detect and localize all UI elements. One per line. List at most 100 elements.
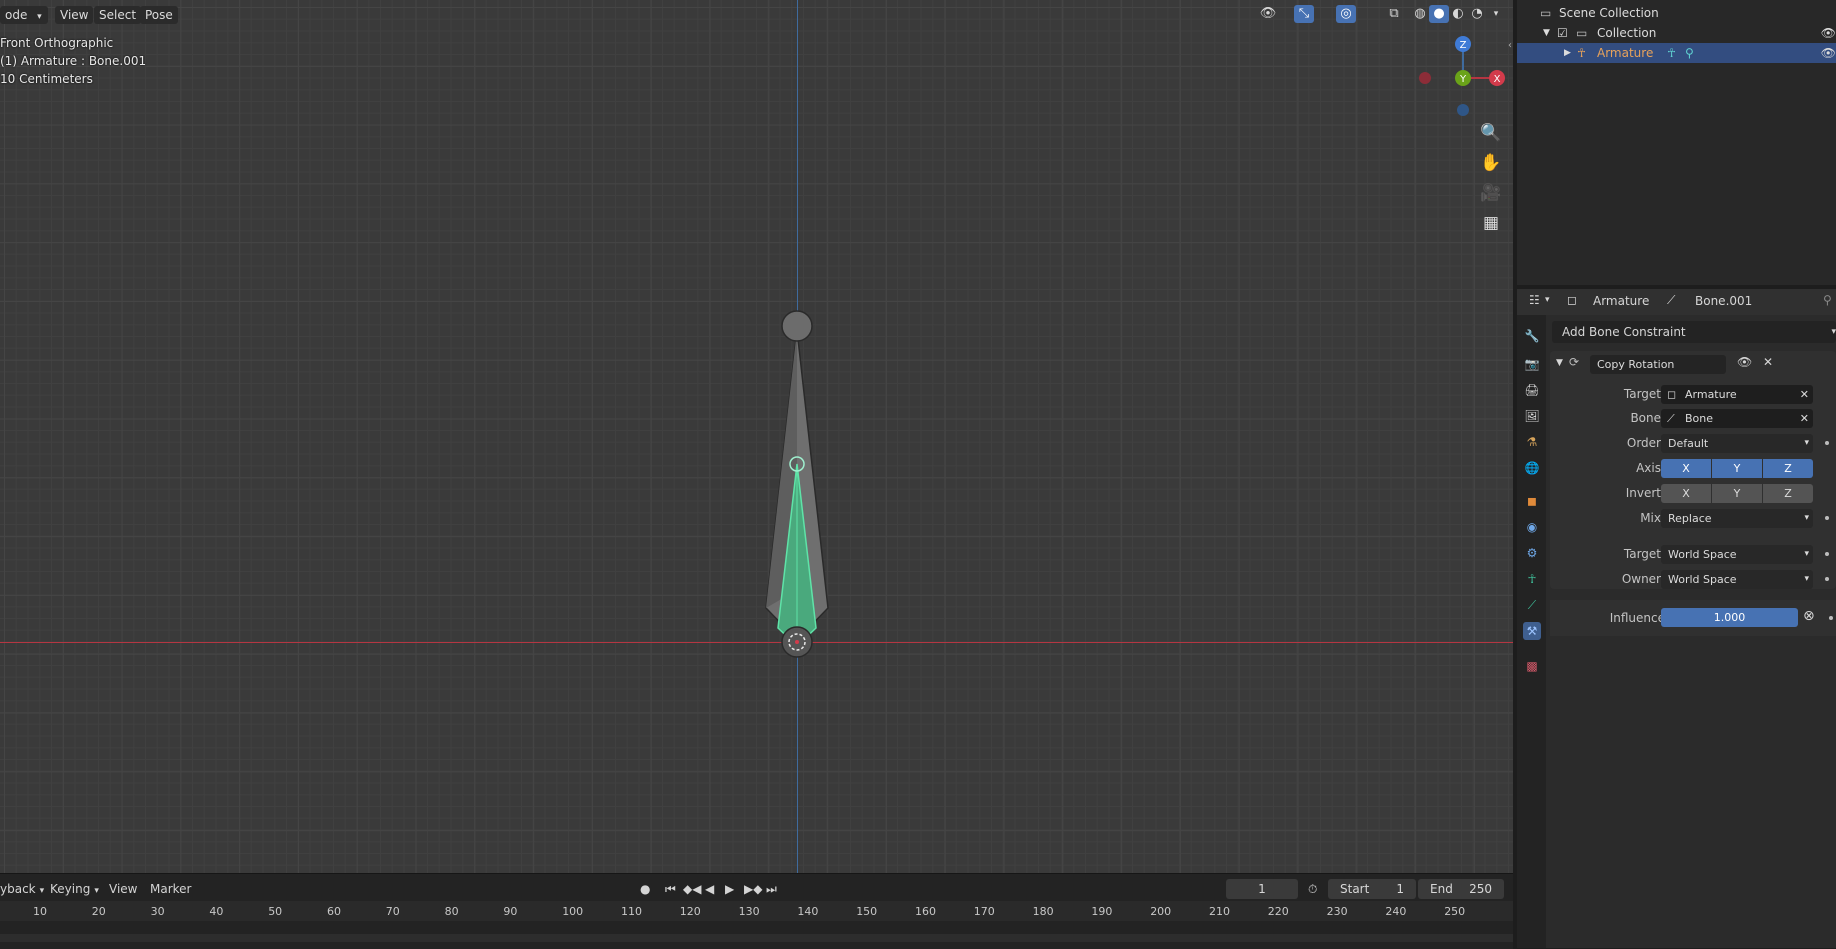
keyframe-dot[interactable] <box>1825 577 1829 581</box>
mix-dropdown[interactable]: Replace ▾ <box>1661 509 1813 528</box>
object-constraint-tab-icon[interactable]: ⚙ <box>1523 544 1541 562</box>
view-menu[interactable]: View <box>55 6 94 24</box>
xray-icon[interactable]: ⧉ <box>1384 5 1404 23</box>
pin-icon[interactable]: ⚲ <box>1823 293 1832 307</box>
play-reverse-icon[interactable]: ◀ <box>705 880 714 898</box>
invert-y-toggle[interactable]: Y <box>1712 484 1762 503</box>
end-value: 250 <box>1469 882 1492 896</box>
keyframe-dot[interactable] <box>1825 552 1829 556</box>
bone-constraint-tab-icon[interactable]: ⚒ <box>1523 622 1541 640</box>
axis-z-toggle[interactable]: Z <box>1763 459 1813 478</box>
invert-x-toggle[interactable]: X <box>1661 484 1711 503</box>
collapse-arrow-icon[interactable]: ▼ <box>1556 358 1563 368</box>
render-tab-icon[interactable]: 📷 <box>1523 355 1541 373</box>
overlay-toggle-icon[interactable]: ◎ <box>1336 5 1356 23</box>
start-frame-field[interactable]: Start 1 <box>1328 879 1416 899</box>
rendered-shading-icon[interactable]: ◔ <box>1467 5 1487 23</box>
eye-icon[interactable]: 👁 <box>1821 43 1836 63</box>
select-menu[interactable]: Select <box>94 6 142 24</box>
keyframe-dot[interactable] <box>1829 616 1833 620</box>
current-frame-field[interactable]: 1 <box>1226 879 1298 899</box>
outliner[interactable]: ▭ Scene Collection ▼ ☑ ▭ Collection 👁 ▶ … <box>1517 0 1836 285</box>
properties-tabs: 🔧 📷 🖨 🖼 ⚗ 🌐 ◼ ◉ ⚙ ☥ ⟋ ⚒ ▩ <box>1517 315 1546 948</box>
bone-field[interactable]: ⟋ Bone ✕ <box>1661 409 1813 428</box>
armature-bones[interactable] <box>740 300 860 670</box>
jump-start-icon[interactable]: ⏮ <box>665 880 676 898</box>
close-icon[interactable]: ✕ <box>1763 355 1773 369</box>
order-label: Order <box>1626 436 1661 450</box>
navigation-gizmo[interactable]: Z Y X <box>1410 30 1510 120</box>
marker-menu[interactable]: Marker <box>150 880 191 898</box>
gizmo-toggle-icon[interactable]: ⤡ <box>1294 5 1314 23</box>
eye-icon[interactable]: 👁 <box>1737 355 1752 369</box>
chevron-down-icon: ▾ <box>1831 327 1836 337</box>
expand-arrow-icon[interactable]: ▶ <box>1564 43 1571 63</box>
disable-keep-transform-icon[interactable]: ⊗ <box>1803 608 1815 624</box>
camera-icon[interactable]: 🎥 <box>1480 182 1502 204</box>
object-tab-icon[interactable]: ◼ <box>1523 492 1541 510</box>
output-tab-icon[interactable]: 🖨 <box>1523 381 1541 399</box>
view-menu[interactable]: View <box>109 880 137 898</box>
collection-row[interactable]: ▼ ☑ ▭ Collection 👁 <box>1517 23 1836 43</box>
target-space-dropdown[interactable]: World Space ▾ <box>1661 545 1813 564</box>
scene-tab-icon[interactable]: ⚗ <box>1523 433 1541 451</box>
scale-text: 10 Centimeters <box>0 72 93 86</box>
end-frame-field[interactable]: End 250 <box>1418 879 1504 899</box>
collapse-arrow-icon[interactable]: ‹ <box>1508 40 1512 51</box>
owner-space-dropdown[interactable]: World Space ▾ <box>1661 570 1813 589</box>
constraint-name-field[interactable]: Copy Rotation <box>1590 355 1726 374</box>
owner-space-label: Owner <box>1621 572 1661 586</box>
axis-x-toggle[interactable]: X <box>1661 459 1711 478</box>
stopwatch-icon[interactable]: ⏱ <box>1308 880 1317 898</box>
next-keyframe-icon[interactable]: ▶◆ <box>744 880 762 898</box>
clear-icon[interactable]: ✕ <box>1800 385 1809 404</box>
grid-icon[interactable]: ▦ <box>1480 212 1502 234</box>
expand-arrow-icon[interactable]: ▼ <box>1543 23 1550 43</box>
axis-y-toggle[interactable]: Y <box>1712 459 1762 478</box>
mode-label: ode <box>5 8 28 22</box>
keyframe-dot[interactable] <box>1825 516 1829 520</box>
prev-keyframe-icon[interactable]: ◆◀ <box>683 880 701 898</box>
frame-tick-label: 60 <box>327 905 341 918</box>
view-layer-tab-icon[interactable]: 🖼 <box>1523 407 1541 425</box>
target-field[interactable]: ◻ Armature ✕ <box>1661 385 1813 404</box>
jump-end-icon[interactable]: ⏭ <box>766 880 777 898</box>
world-tab-icon[interactable]: 🌐 <box>1523 459 1541 477</box>
bone-tab-icon[interactable]: ⟋ <box>1523 596 1541 614</box>
eye-icon[interactable]: 👁 <box>1821 23 1836 43</box>
tool-tab-icon[interactable]: 🔧 <box>1523 327 1541 345</box>
playback-menu[interactable]: yback ▾ <box>0 880 44 898</box>
chevron-down-icon[interactable]: ▾ <box>1486 5 1506 23</box>
invert-z-toggle[interactable]: Z <box>1763 484 1813 503</box>
editor-type-icon[interactable]: ☷ <box>1529 293 1540 307</box>
solid-shading-icon[interactable]: ● <box>1429 5 1449 23</box>
pan-hand-icon[interactable]: ✋ <box>1480 152 1502 174</box>
gizmo-x-label: X <box>1494 74 1501 85</box>
keyframe-dot[interactable] <box>1825 441 1829 445</box>
frame-tick-label: 30 <box>150 905 165 918</box>
clear-icon[interactable]: ✕ <box>1800 409 1809 428</box>
checkbox-icon[interactable]: ☑ <box>1557 23 1568 43</box>
wireframe-shading-icon[interactable]: ◍ <box>1410 5 1430 23</box>
timeline-scrollbar[interactable] <box>0 934 1513 942</box>
add-bone-constraint-dropdown[interactable]: Add Bone Constraint ▾ <box>1552 321 1836 343</box>
physics-tab-icon[interactable]: ◉ <box>1523 518 1541 536</box>
armature-data-tab-icon[interactable]: ☥ <box>1523 570 1541 588</box>
bone-head-joint[interactable] <box>781 310 813 342</box>
zoom-icon[interactable]: 🔍 <box>1480 122 1502 144</box>
play-icon[interactable]: ▶ <box>725 880 734 898</box>
texture-tab-icon[interactable]: ▩ <box>1523 657 1541 675</box>
order-dropdown[interactable]: Default ▾ <box>1661 434 1813 453</box>
pose-menu[interactable]: Pose <box>140 6 178 24</box>
3d-viewport[interactable]: ode ▾ View Select Pose 👁 ⤡ ◎ ⧉ ◍ ● ◐ ◔ ▾… <box>0 0 1513 873</box>
chevron-down-icon[interactable]: ▾ <box>1545 295 1550 305</box>
material-shading-icon[interactable]: ◐ <box>1448 5 1468 23</box>
visibility-icon[interactable]: 👁 <box>1258 5 1278 23</box>
timeline-editor[interactable]: yback ▾ Keying ▾ View Marker ● ⏮ ◆◀ ◀ ▶ ▶◆… <box>0 873 1513 949</box>
scene-collection-row[interactable]: ▭ Scene Collection <box>1517 3 1836 23</box>
influence-slider[interactable]: 1.000 <box>1661 608 1798 627</box>
record-button[interactable]: ● <box>640 880 650 898</box>
armature-row[interactable]: ▶ ☥ Armature ☥ ⚲ 👁 <box>1517 43 1836 63</box>
keying-menu[interactable]: Keying ▾ <box>50 880 99 898</box>
mode-dropdown[interactable]: ode ▾ <box>0 6 48 24</box>
